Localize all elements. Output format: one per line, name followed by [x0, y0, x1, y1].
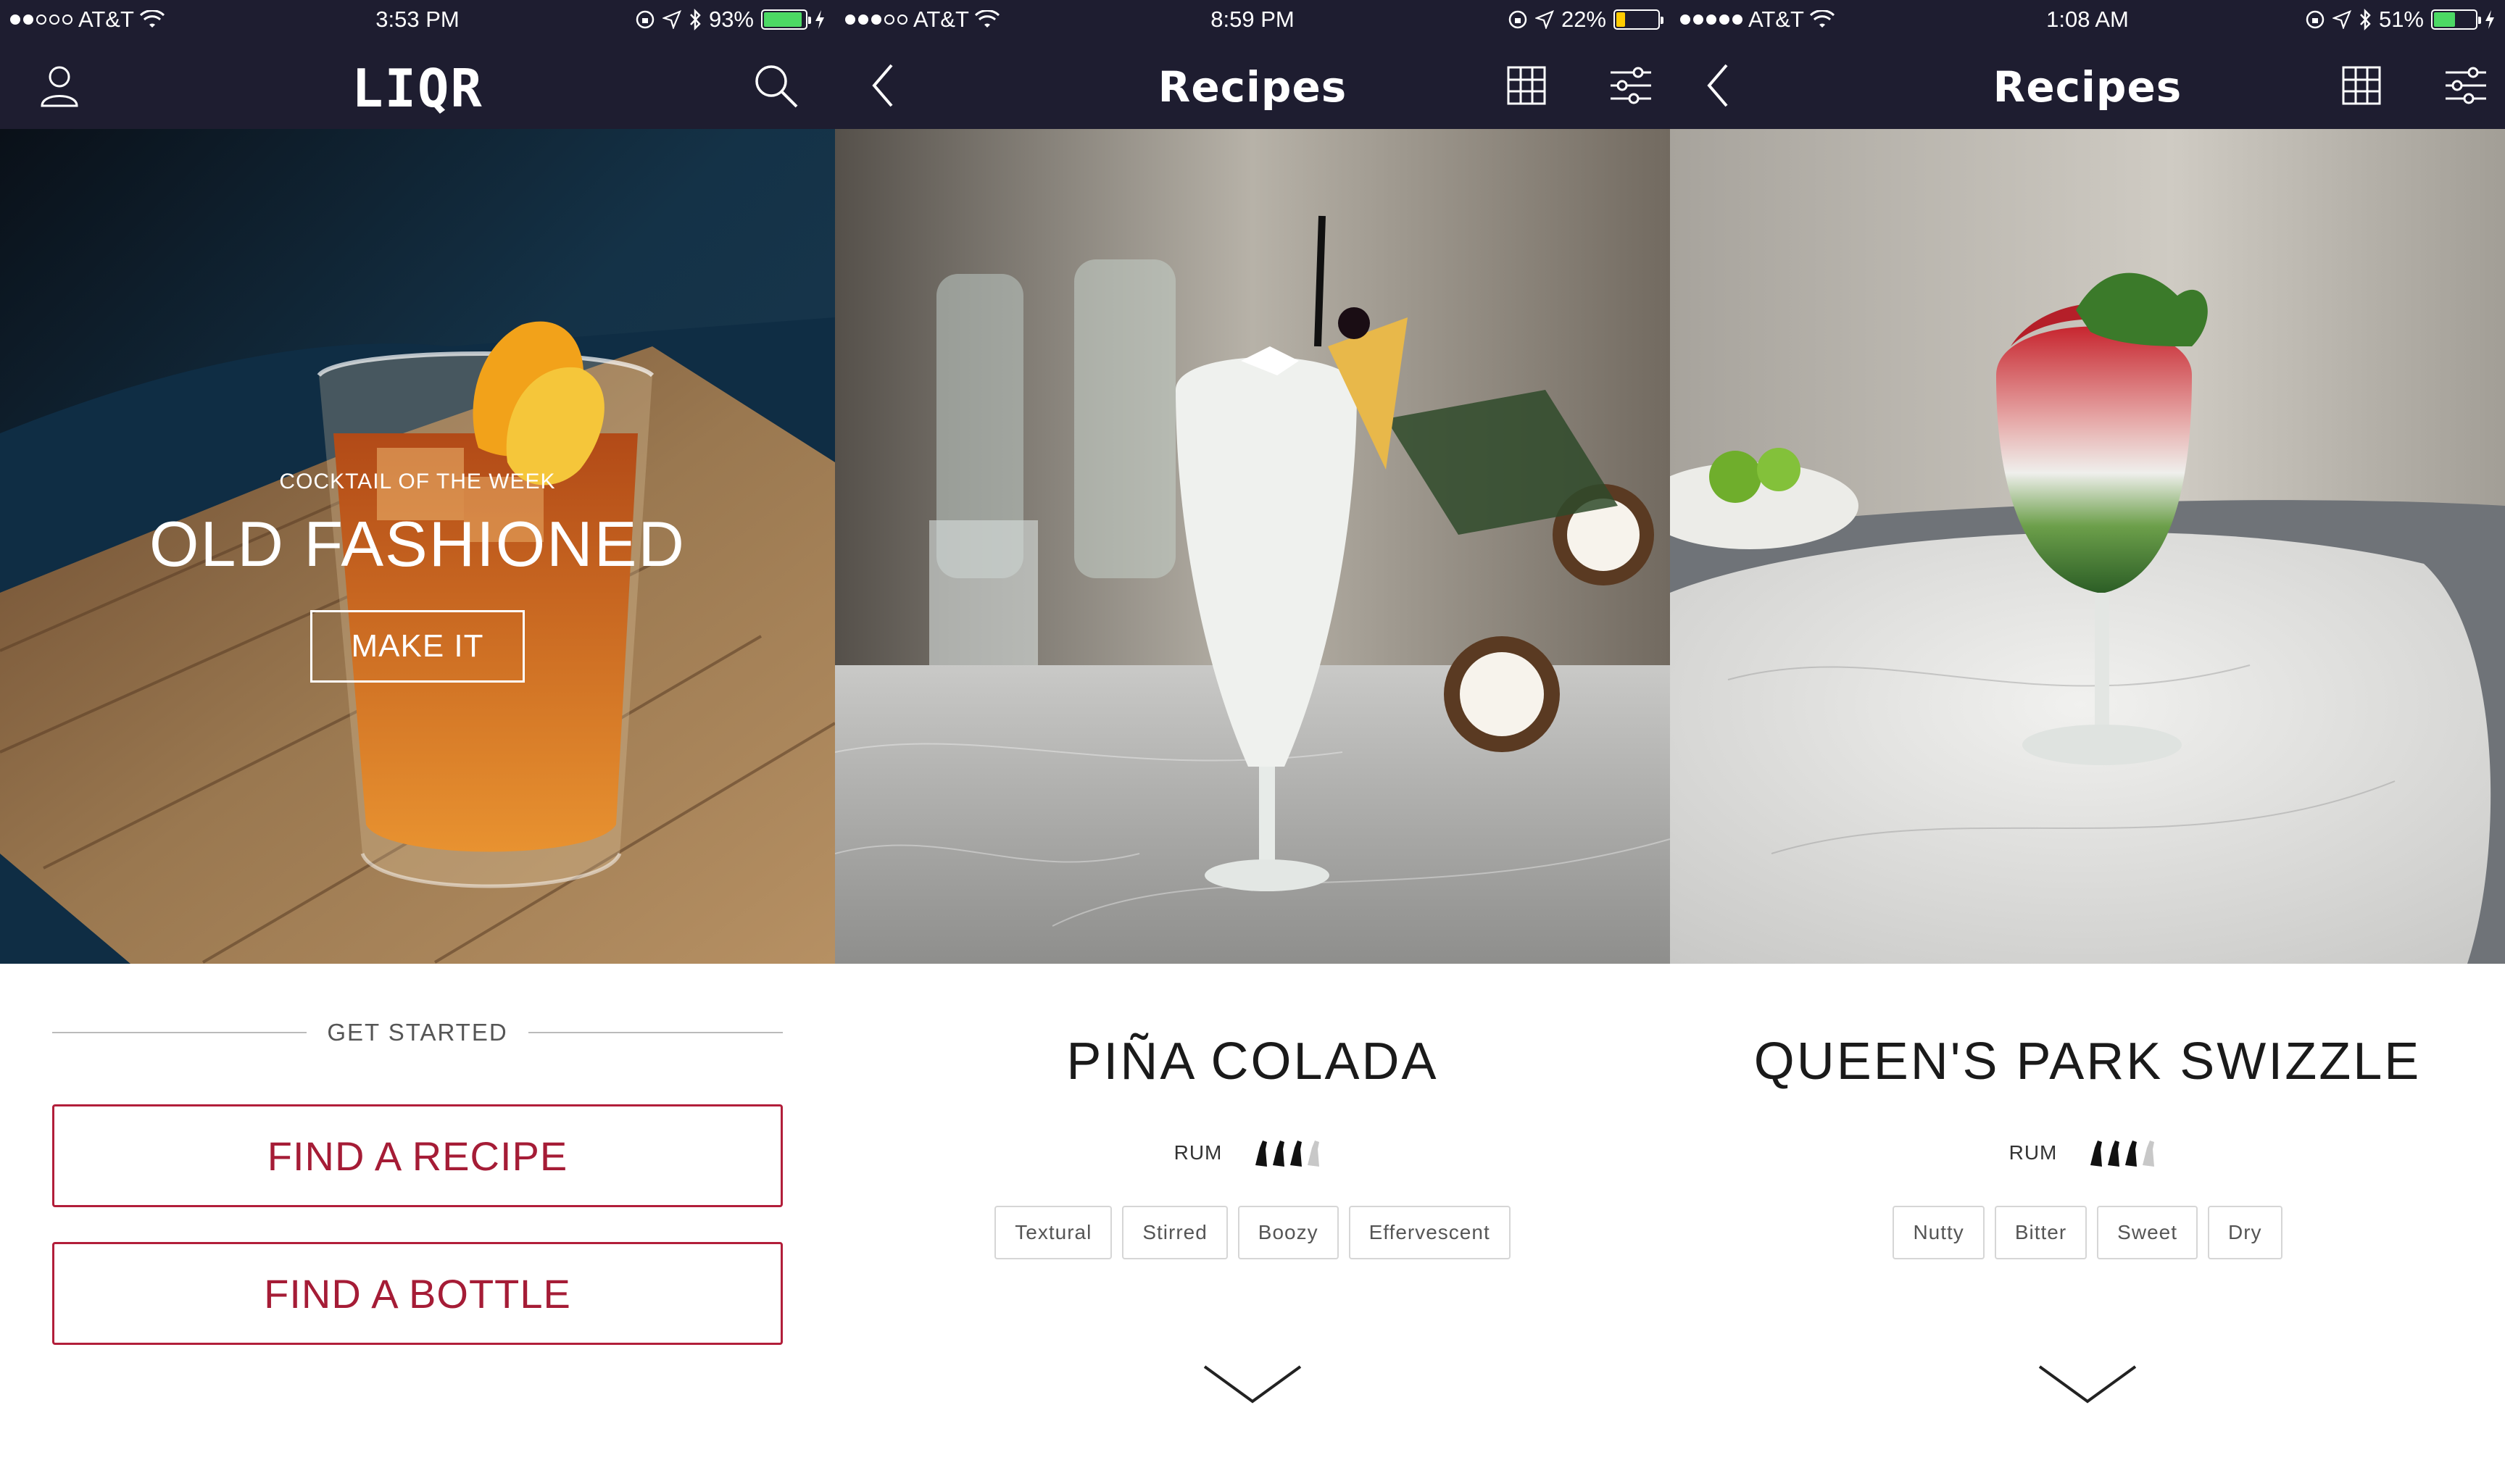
nav-bar: LIQR: [0, 42, 835, 129]
recipe-photo: [835, 129, 1670, 964]
home-screen: AT&T 3:53 PM 93% LIQR COCKTAIL OF THE WE…: [0, 0, 835, 1484]
make-it-button[interactable]: MAKE IT: [310, 610, 525, 683]
battery-percent: 51%: [2378, 7, 2424, 32]
battery-percent: 93%: [708, 7, 754, 32]
bluetooth-icon: [2360, 9, 2371, 30]
find-a-recipe-button[interactable]: FIND A RECIPE: [52, 1104, 783, 1207]
recipe-photo: [1670, 129, 2505, 964]
strength-meter: [1255, 1141, 1320, 1167]
tag-chip[interactable]: Boozy: [1237, 1206, 1339, 1259]
location-icon: [2332, 10, 2351, 29]
cocktail-name: OLD FASHIONED: [149, 508, 686, 580]
tag-chip[interactable]: Textural: [994, 1206, 1113, 1259]
tag-chip[interactable]: Bitter: [1994, 1206, 2088, 1259]
cocktail-of-week-label: COCKTAIL OF THE WEEK: [279, 470, 556, 493]
status-bar: AT&T 8:59 PM 22%: [835, 0, 1670, 42]
strength-bottle-filled: [2125, 1141, 2138, 1167]
rotation-lock-icon: [636, 10, 655, 29]
search-icon[interactable]: [747, 57, 805, 114]
chevron-down-icon[interactable]: [1202, 1362, 1303, 1406]
get-started-divider: GET STARTED: [52, 1018, 783, 1047]
pina-colada-photo: [835, 129, 1670, 964]
spirit-row: RUM: [1670, 1136, 2505, 1170]
rotation-lock-icon: [2306, 10, 2325, 29]
bluetooth-icon: [690, 9, 701, 30]
queens-park-swizzle-photo: [1670, 129, 2505, 964]
strength-bottle-empty: [2143, 1141, 2155, 1167]
charging-icon: [2485, 10, 2494, 29]
tag-list: Nutty Bitter Sweet Dry: [1670, 1206, 2505, 1259]
strength-bottle-filled: [2090, 1141, 2103, 1167]
strength-bottle-filled: [1273, 1141, 1285, 1167]
find-a-bottle-button[interactable]: FIND A BOTTLE: [52, 1242, 783, 1345]
battery-icon: [1613, 9, 1663, 30]
nav-bar: Recipes: [1670, 42, 2505, 129]
nav-bar: Recipes: [835, 42, 1670, 129]
filter-icon[interactable]: [1602, 57, 1660, 114]
tag-list: Textural Stirred Boozy Effervescent: [835, 1206, 1670, 1259]
get-started-label: GET STARTED: [327, 1019, 508, 1046]
hero-cocktail-of-the-week[interactable]: COCKTAIL OF THE WEEK OLD FASHIONED MAKE …: [0, 129, 835, 964]
battery-icon: [2431, 9, 2481, 30]
strength-bottle-filled: [2108, 1141, 2120, 1167]
charging-icon: [815, 10, 824, 29]
tag-chip[interactable]: Effervescent: [1348, 1206, 1511, 1259]
spirit-row: RUM: [835, 1136, 1670, 1170]
recipe-name: PIÑA COLADA: [1066, 1033, 1439, 1091]
status-bar: AT&T 1:08 AM 51%: [1670, 0, 2505, 42]
app-screenshots: AT&T 3:53 PM 93% LIQR COCKTAIL OF THE WE…: [0, 0, 2505, 1484]
spirit-label: RUM: [1173, 1141, 1223, 1164]
battery-fill: [2434, 12, 2455, 27]
battery-fill: [764, 12, 802, 27]
filter-icon[interactable]: [2437, 57, 2495, 114]
battery-percent: 22%: [1561, 7, 1606, 32]
strength-bottle-empty: [1308, 1141, 1320, 1167]
tag-chip[interactable]: Stirred: [1122, 1206, 1228, 1259]
strength-meter: [2090, 1141, 2155, 1167]
app-logo: LIQR: [352, 58, 483, 119]
status-bar: AT&T 3:53 PM 93%: [0, 0, 835, 42]
location-icon: [662, 10, 681, 29]
strength-bottle-filled: [1290, 1141, 1303, 1167]
battery-fill: [1616, 12, 1626, 27]
tag-chip[interactable]: Sweet: [2097, 1206, 2198, 1259]
recipe-screen-queens-park-swizzle: AT&T 1:08 AM 51% Recipes QUEEN'S PARK SW…: [1670, 0, 2505, 1484]
location-icon: [1534, 10, 1554, 29]
grid-icon[interactable]: [1497, 57, 1555, 114]
tag-chip[interactable]: Dry: [2208, 1206, 2282, 1259]
battery-icon: [761, 9, 811, 30]
grid-icon[interactable]: [2332, 57, 2390, 114]
rotation-lock-icon: [1508, 10, 1527, 29]
recipe-name: QUEEN'S PARK SWIZZLE: [1753, 1033, 2422, 1091]
chevron-down-icon[interactable]: [2037, 1362, 2138, 1406]
recipe-screen-pina-colada: AT&T 8:59 PM 22% Recipes PIÑA COLADA RUM…: [835, 0, 1670, 1484]
strength-bottle-filled: [1255, 1141, 1268, 1167]
tag-chip[interactable]: Nutty: [1893, 1206, 1985, 1259]
spirit-label: RUM: [2008, 1141, 2058, 1164]
